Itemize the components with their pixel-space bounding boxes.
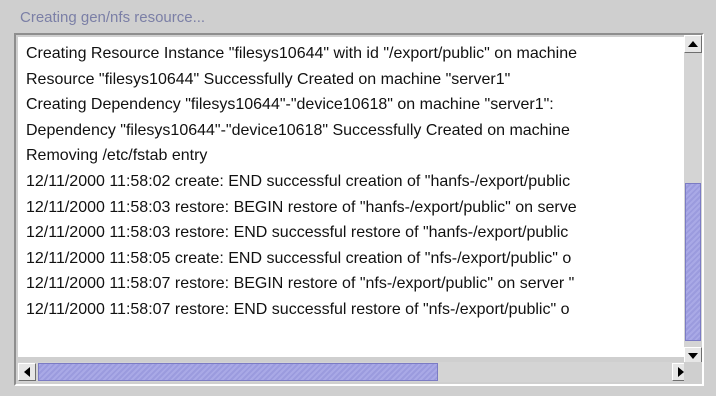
log-line: 12/11/2000 11:58:02 create: END successf…	[26, 172, 571, 190]
log-line: Creating Dependency "filesys10644"-"devi…	[26, 96, 554, 114]
scrollbar-corner	[684, 362, 702, 384]
log-line: Creating Resource Instance "filesys10644…	[26, 45, 578, 62]
scroll-left-button[interactable]	[18, 363, 36, 381]
horizontal-scrollbar[interactable]	[18, 362, 694, 382]
log-text-area[interactable]: Creating Resource Instance "filesys10644…	[18, 37, 694, 357]
log-line: 12/11/2000 11:58:03 restore: BEGIN resto…	[26, 198, 577, 216]
log-line: 12/11/2000 11:58:07 restore: END success…	[26, 300, 570, 318]
log-line: Removing /etc/fstab entry	[26, 147, 208, 165]
panel-title: Creating gen/nfs resource...	[20, 9, 206, 26]
log-output-frame: Creating Resource Instance "filesys10644…	[14, 33, 704, 386]
arrow-up-icon	[688, 41, 698, 47]
vertical-scrollbar[interactable]	[684, 35, 702, 365]
log-line: Dependency "filesys10644"-"device10618" …	[26, 121, 570, 139]
vertical-scroll-thumb[interactable]	[685, 183, 701, 341]
scroll-up-button[interactable]	[684, 35, 702, 53]
arrow-down-icon	[688, 353, 698, 359]
arrow-left-icon	[24, 367, 30, 377]
log-line: 12/11/2000 11:58:07 restore: BEGIN resto…	[26, 275, 575, 293]
log-line: 12/11/2000 11:58:05 create: END successf…	[26, 249, 572, 267]
horizontal-scroll-thumb[interactable]	[38, 363, 438, 381]
log-line: 12/11/2000 11:58:03 restore: END success…	[26, 224, 569, 242]
log-line: Resource "filesys10644" Successfully Cre…	[26, 70, 511, 88]
